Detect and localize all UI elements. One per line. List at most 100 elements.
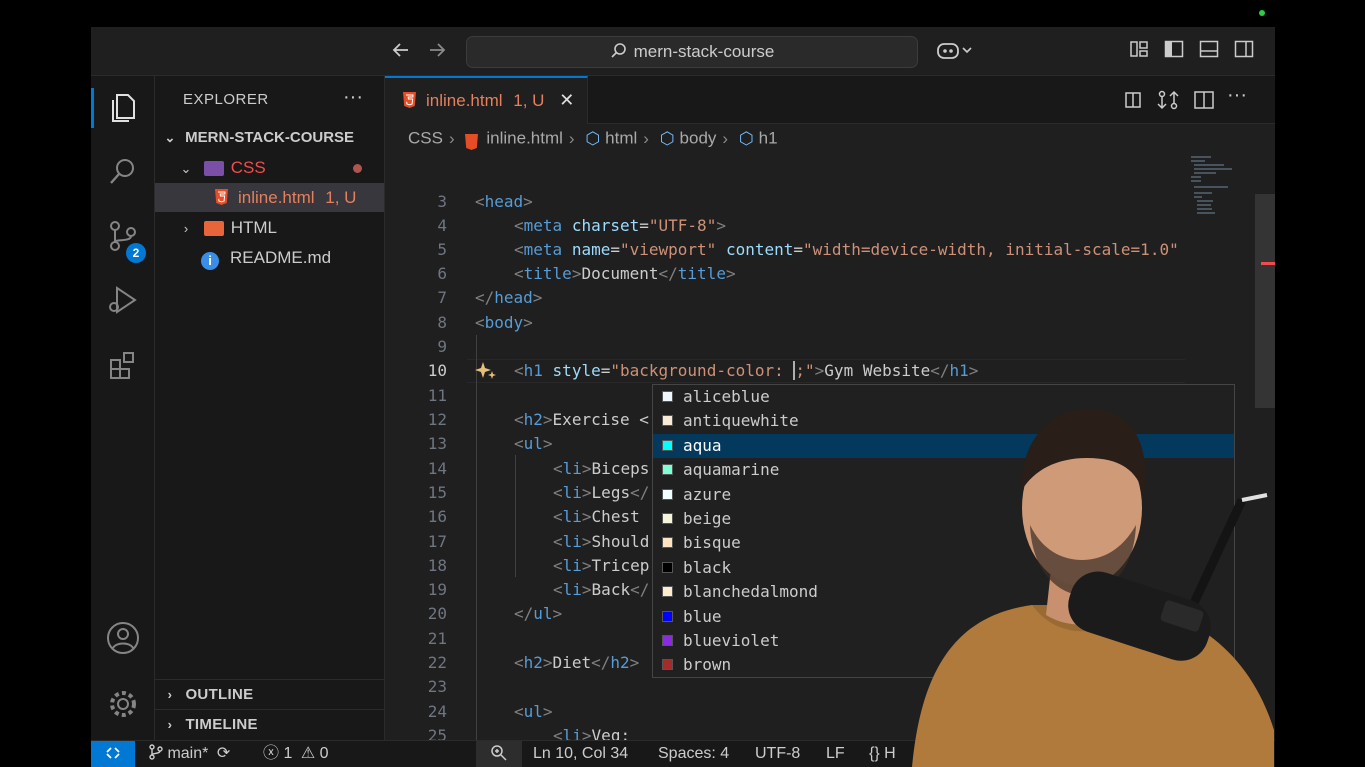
arrow-right-icon[interactable] — [425, 39, 449, 63]
problems-indicator[interactable]: ⓧ 1 ⚠ 0 — [263, 741, 329, 767]
token-text: Should — [591, 532, 650, 551]
timeline-label: TIMELINE — [185, 716, 258, 733]
explorer-title: EXPLORER — [183, 91, 269, 108]
breadcrumb-html[interactable]: html — [605, 129, 637, 148]
breadcrumb: CSS › inline.html › ⬡ html › ⬡ body › ⬡ h1 — [385, 124, 1275, 154]
token-attr: charset — [571, 216, 640, 235]
suggestion-label: antiquewhite — [683, 411, 799, 431]
token-tag: title — [523, 264, 572, 283]
chevron-right-icon: › — [167, 717, 173, 732]
tree-file-inline-html-status: 1, U — [325, 188, 357, 207]
code-line-22: <h2>Diet</h2> — [514, 653, 640, 672]
color-swatch-icon — [662, 537, 673, 549]
webcam-overlay — [882, 400, 1274, 767]
arrow-left-icon[interactable] — [389, 39, 413, 63]
token-tag: title — [677, 264, 726, 283]
remote-indicator-icon[interactable] — [91, 741, 135, 767]
tab-status: 1, U — [513, 91, 545, 110]
zoom-icon[interactable] — [476, 741, 522, 767]
tree-folder-css[interactable]: ⌄ CSS — [155, 153, 384, 182]
workspace-root[interactable]: ⌄ MERN-STACK-COURSE — [155, 123, 384, 152]
token-string: "UTF-8" — [648, 216, 717, 235]
token-tag: ul — [523, 434, 543, 453]
token-text: Veg: — [591, 726, 631, 740]
html-folder-icon — [203, 221, 224, 237]
code-line-17: <li>Should — [553, 532, 650, 551]
token-string: "width=device-width, initial-scale=1.0" — [803, 240, 1179, 259]
code-line-20: </ul> — [514, 604, 563, 623]
chevron-right-icon: › — [448, 128, 455, 148]
split-editor-icon[interactable] — [1193, 89, 1215, 116]
suggestion-label: bisque — [683, 533, 741, 553]
chevron-right-icon: › — [643, 128, 649, 148]
breadcrumb-h1[interactable]: h1 — [759, 129, 778, 148]
code-line-7: </head> — [475, 288, 543, 307]
vertical-scrollbar[interactable] — [1255, 194, 1275, 408]
breadcrumb-css[interactable]: CSS — [408, 129, 443, 148]
compare-changes-icon[interactable] — [1157, 89, 1179, 116]
editor-tab-bar: inline.html 1, U ✕ ··· — [385, 76, 1275, 124]
breadcrumb-body[interactable]: body — [680, 129, 717, 148]
sparkle-icon[interactable] — [475, 360, 497, 380]
toggle-panel-icon[interactable] — [1197, 39, 1221, 63]
command-center-search[interactable]: mern-stack-course — [466, 36, 918, 68]
cursor-position[interactable]: Ln 10, Col 34 — [533, 741, 628, 767]
line-number-current: 10 — [427, 361, 447, 380]
suggestion-label: aliceblue — [683, 387, 770, 406]
token-tag: head — [494, 288, 533, 307]
color-swatch-icon — [662, 415, 673, 427]
accounts-icon[interactable] — [105, 620, 141, 656]
sync-icon[interactable]: ⟳ — [217, 745, 230, 762]
chevron-right-icon: › — [167, 687, 173, 702]
toggle-primary-sidebar-icon[interactable] — [1162, 39, 1186, 63]
customize-layout-icon[interactable] — [1127, 39, 1151, 63]
tree-folder-html-label: HTML — [230, 218, 278, 237]
outline-section[interactable]: › OUTLINE — [155, 679, 384, 709]
css-folder-icon — [203, 161, 224, 177]
branch-indicator[interactable]: main* ⟳ — [149, 741, 230, 767]
tab-inline-html[interactable]: inline.html 1, U ✕ — [385, 76, 588, 124]
chevron-right-icon: › — [722, 128, 729, 148]
more-actions-icon[interactable]: ··· — [343, 86, 363, 109]
code-line-12: <h2>Exercise < — [514, 410, 649, 429]
tree-file-readme[interactable]: i README.md — [155, 243, 384, 272]
token-string: ;" — [795, 361, 815, 380]
active-indicator — [91, 88, 94, 128]
breadcrumb-file[interactable]: inline.html — [486, 129, 563, 148]
color-swatch-icon — [662, 488, 673, 500]
token-string: "viewport" — [619, 240, 717, 259]
token-tag: li — [562, 726, 582, 740]
extensions-icon[interactable] — [105, 348, 141, 384]
line-number: 18 — [427, 556, 447, 575]
token-tag: meta — [523, 240, 563, 259]
token-tag: meta — [523, 216, 563, 235]
timeline-section[interactable]: › TIMELINE — [155, 709, 384, 739]
line-number: 11 — [427, 386, 447, 405]
tree-folder-html[interactable]: › HTML — [155, 213, 384, 242]
toggle-secondary-sidebar-icon[interactable] — [1232, 39, 1256, 63]
line-number: 23 — [427, 677, 447, 696]
end-of-line[interactable]: LF — [826, 741, 845, 767]
suggestion-label: brown — [683, 655, 732, 675]
code-line-6: <title>Document</title> — [514, 264, 736, 283]
open-changes-icon[interactable] — [1123, 89, 1145, 116]
code-line-10: <h1 style="background-color: ;">Gym Webs… — [514, 361, 979, 380]
color-swatch-icon — [662, 464, 673, 476]
chevron-down-icon: ⌄ — [180, 161, 192, 176]
encoding[interactable]: UTF-8 — [755, 741, 800, 767]
run-debug-icon[interactable] — [105, 282, 141, 318]
copilot-icon[interactable] — [934, 39, 974, 63]
token-attr: style — [552, 361, 601, 380]
gear-icon[interactable] — [105, 686, 141, 722]
code-line-24: <ul> — [514, 702, 553, 721]
files-icon[interactable] — [105, 90, 141, 126]
indentation[interactable]: Spaces: 4 — [658, 741, 729, 767]
outline-label: OUTLINE — [185, 686, 254, 703]
line-number: 3 — [437, 192, 447, 211]
close-icon[interactable]: ✕ — [559, 90, 574, 110]
token-string: "background-color: — [610, 361, 794, 380]
line-number: 22 — [427, 653, 447, 672]
tree-file-inline-html[interactable]: inline.html 1, U — [155, 183, 384, 212]
more-actions-icon[interactable]: ··· — [1227, 84, 1247, 107]
search-icon[interactable] — [105, 154, 141, 190]
